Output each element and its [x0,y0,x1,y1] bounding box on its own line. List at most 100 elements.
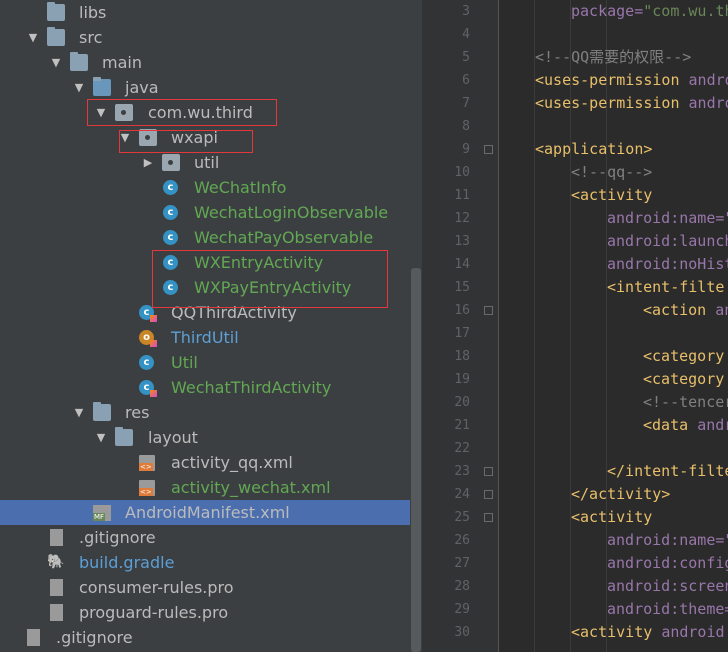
code-token: <uses-permission [535,94,689,112]
tree-item[interactable]: consumer-rules.pro [0,575,410,600]
tree-item[interactable]: c WeChatInfo [0,175,410,200]
tree-item[interactable]: o ThirdUtil [0,325,410,350]
xml-file-icon: <> [139,480,155,496]
manifest-file-icon: MF [93,505,111,521]
code-token: <!--tencer [643,393,728,411]
collapse-arrow-icon[interactable]: ▶ [142,150,154,175]
code-token: <category [643,370,728,388]
tree-item-label: consumer-rules.pro [79,578,234,597]
line-number: 30 [454,625,470,640]
tree-item[interactable]: c WechatLoginObservable [0,200,410,225]
line-number: 25 [454,510,470,525]
code-token: <activity [571,508,653,526]
editor-gutter: 3 4 5 6 7 8 9 10 11 12 13 14 15 16 17 18 19 20 21 22 23 24 25 2… [422,0,499,652]
code-token: android:name=" [607,531,728,549]
tree-item[interactable]: <> activity_qq.xml [0,450,410,475]
code-token: <intent-filte [607,278,725,296]
code-token: andr [697,416,728,434]
tree-item[interactable]: .gitignore [0,625,410,650]
code-line: android:noHist [607,253,728,276]
code-token: android: [661,623,728,641]
code-token: <data [643,416,698,434]
code-token: package= [571,2,644,20]
tree-item[interactable]: libs [0,0,410,25]
code-line: <intent-filte [607,276,724,299]
code-line: <activity android: [571,621,728,644]
tree-item-label: Util [171,353,198,372]
expand-arrow-icon[interactable]: ▼ [95,425,107,450]
tree-item[interactable]: proguard-rules.pro [0,600,410,625]
scrollbar-thumb[interactable] [411,268,421,652]
tree-item-label: java [125,78,159,97]
class-icon: c [163,180,178,195]
code-token: <activity [571,186,653,204]
kotlin-class-icon: c [139,380,157,397]
file-icon [50,604,63,621]
tree-item[interactable]: ▼ layout [0,425,410,450]
line-number: 23 [454,464,470,479]
fold-marker-icon[interactable] [484,513,493,522]
fold-marker-icon[interactable] [484,490,493,499]
line-number: 21 [454,418,470,433]
code-token: an [715,301,728,319]
code-line: <activity [571,184,652,207]
tree-item[interactable]: .gitignore [0,525,410,550]
tree-item[interactable]: <> activity_wechat.xml [0,475,410,500]
code-line: <uses-permission andro [535,92,728,115]
line-number: 12 [454,211,470,226]
code-token: </activity> [571,485,671,503]
code-line: <category [643,345,728,368]
line-number: 28 [454,579,470,594]
tree-item[interactable]: ▼ java [0,75,410,100]
tree-item-label: WeChatInfo [194,178,287,197]
tree-item-label: build.gradle [79,553,175,572]
tree-item[interactable]: c WechatThirdActivity [0,375,410,400]
tree-item[interactable]: ▼ res [0,400,410,425]
code-editor[interactable]: package="com.wu.third" <!--QQ需要的权限--> <use… [499,0,728,652]
code-line: <!--QQ需要的权限--> [535,46,691,69]
tree-scrollbar[interactable] [410,0,422,652]
tree-item-label: src [79,28,103,47]
fold-marker-icon[interactable] [484,145,493,154]
fold-marker-icon[interactable] [484,467,493,476]
code-token: <!--QQ需要的权限--> [535,48,692,66]
tree-item[interactable]: c WechatPayObservable [0,225,410,250]
expand-arrow-icon[interactable]: ▼ [50,50,62,75]
line-number: 15 [454,280,470,295]
code-token: <uses-permission [535,71,689,89]
line-number: 18 [454,349,470,364]
line-number: 11 [454,188,470,203]
code-line: <uses-permission andro [535,69,728,92]
tree-item[interactable]: MF AndroidManifest.xml [0,500,410,525]
line-number: 24 [454,487,470,502]
line-number: 17 [454,326,470,341]
tree-item-label: proguard-rules.pro [79,603,229,622]
tree-item[interactable]: ▼ src [0,25,410,50]
class-icon: c [163,205,178,220]
code-token: android:theme= [607,600,728,618]
tree-item-label: .gitignore [56,628,133,647]
tree-item[interactable]: ▶ util [0,150,410,175]
code-line: package="com.wu.third" [571,0,728,23]
folder-icon [115,427,133,446]
xml-file-icon: <> [139,455,155,471]
line-number: 16 [454,303,470,318]
code-line: <application> [535,138,652,161]
code-token: android:noHist [607,255,728,273]
code-token: <activity [571,623,662,641]
line-number: 4 [462,27,470,42]
tree-item-label: libs [79,3,107,22]
tree-item-label: WechatThirdActivity [171,378,332,397]
tree-item[interactable]: ▼ main [0,50,410,75]
tree-item[interactable]: c Util [0,350,410,375]
expand-arrow-icon[interactable]: ▼ [73,75,85,100]
tree-item[interactable]: 🐘 build.gradle [0,550,410,575]
fold-marker-icon[interactable] [484,306,493,315]
expand-arrow-icon[interactable]: ▼ [27,25,39,50]
code-line: android:name=" [607,529,728,552]
gradle-icon: 🐘 [47,554,65,570]
code-token: android:name=" [607,209,728,227]
kotlin-object-icon: o [139,330,157,347]
expand-arrow-icon[interactable]: ▼ [73,400,85,425]
tree-item-label: res [125,403,150,422]
